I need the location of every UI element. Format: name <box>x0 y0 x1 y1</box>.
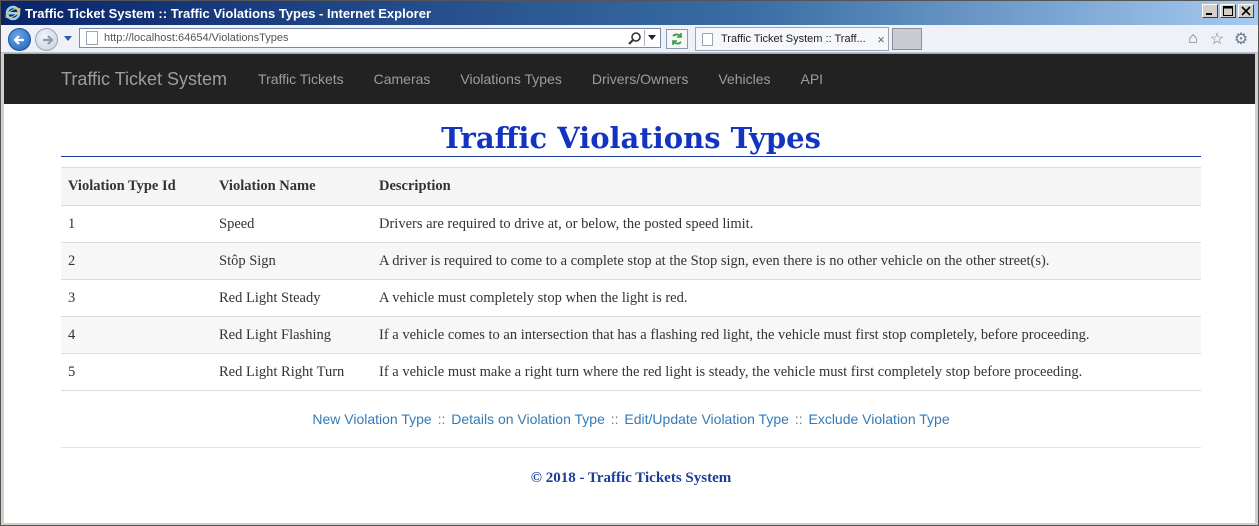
browser-tab[interactable]: Traffic Ticket System :: Traff... × <box>695 27 889 51</box>
cell-id: 4 <box>61 316 212 354</box>
browser-toolbar: http://localhost:64654/ViolationsTypes T… <box>1 25 1258 53</box>
nav-link-traffic-tickets[interactable]: Traffic Tickets <box>258 71 344 87</box>
nav-link-api[interactable]: API <box>801 71 824 87</box>
address-text: http://localhost:64654/ViolationsTypes <box>104 32 289 44</box>
cell-id: 2 <box>61 242 212 280</box>
cell-name: Red Light Steady <box>212 279 372 317</box>
tab-page-icon <box>702 32 713 46</box>
cell-id: 5 <box>61 353 212 391</box>
close-window-button[interactable] <box>1238 4 1254 18</box>
header-violation-name: Violation Name <box>212 167 372 206</box>
address-bar[interactable]: http://localhost:64654/ViolationsTypes <box>79 28 661 48</box>
address-dropdown-button[interactable] <box>644 30 658 46</box>
exclude-violation-type-link[interactable]: Exclude Violation Type <box>808 411 949 427</box>
window-title: Traffic Ticket System :: Traffic Violati… <box>25 5 432 21</box>
close-icon <box>1241 6 1251 16</box>
table-row: 1 Speed Drivers are required to drive at… <box>61 205 1201 243</box>
site-navbar: Traffic Ticket System Traffic Tickets Ca… <box>4 54 1255 104</box>
main-content: Traffic Violations Types Violation Type … <box>61 104 1201 487</box>
table-row: 5 Red Light Right Turn If a vehicle must… <box>61 353 1201 391</box>
header-violation-type-id: Violation Type Id <box>61 167 212 206</box>
minimize-icon <box>1206 13 1212 15</box>
tab-close-icon[interactable]: × <box>874 32 888 47</box>
nav-link-drivers-owners[interactable]: Drivers/Owners <box>592 71 688 87</box>
history-dropdown-icon[interactable] <box>63 35 73 43</box>
page-icon <box>86 31 98 45</box>
internet-explorer-icon <box>5 5 21 21</box>
favorites-star-icon[interactable]: ☆ <box>1208 30 1226 48</box>
navbar-brand[interactable]: Traffic Ticket System <box>61 69 227 90</box>
nav-link-cameras[interactable]: Cameras <box>374 71 431 87</box>
cell-description: Drivers are required to drive at, or bel… <box>372 205 1201 243</box>
link-separator: :: <box>437 411 446 427</box>
cell-id: 3 <box>61 279 212 317</box>
maximize-icon <box>1223 6 1233 16</box>
cell-id: 1 <box>61 205 212 243</box>
details-violation-type-link[interactable]: Details on Violation Type <box>451 411 605 427</box>
arrow-left-icon <box>12 34 24 45</box>
edit-violation-type-link[interactable]: Edit/Update Violation Type <box>624 411 789 427</box>
maximize-button[interactable] <box>1220 4 1236 18</box>
browser-window: Traffic Ticket System :: Traffic Violati… <box>0 0 1259 526</box>
arrow-right-icon <box>42 34 54 45</box>
table-row: 4 Red Light Flashing If a vehicle comes … <box>61 316 1201 354</box>
violation-types-table: Violation Type Id Violation Name Descrip… <box>61 167 1201 391</box>
minimize-button[interactable] <box>1202 4 1218 18</box>
table-row: 2 Stôp Sign A driver is required to come… <box>61 242 1201 280</box>
chevron-down-icon <box>647 35 656 40</box>
new-tab-button[interactable] <box>892 28 922 50</box>
header-description: Description <box>372 167 1201 206</box>
page-title: Traffic Violations Types <box>61 104 1201 157</box>
cell-description: A vehicle must completely stop when the … <box>372 279 1201 317</box>
page-viewport: Traffic Ticket System Traffic Tickets Ca… <box>4 53 1255 523</box>
tab-title: Traffic Ticket System :: Traff... <box>721 33 866 45</box>
title-bar: Traffic Ticket System :: Traffic Violati… <box>1 1 1258 25</box>
footer-copyright: © 2018 - Traffic Tickets System <box>530 470 732 486</box>
cell-description: If a vehicle must make a right turn wher… <box>372 353 1201 391</box>
link-separator: :: <box>794 411 803 427</box>
settings-gear-icon[interactable]: ⚙ <box>1232 30 1250 48</box>
forward-button[interactable] <box>35 28 58 51</box>
cell-name: Speed <box>212 205 372 243</box>
nav-link-vehicles[interactable]: Vehicles <box>718 71 770 87</box>
link-separator: :: <box>610 411 619 427</box>
cell-name: Red Light Right Turn <box>212 353 372 391</box>
refresh-icon <box>672 33 682 45</box>
back-button[interactable] <box>8 28 31 51</box>
search-icon[interactable] <box>628 31 642 45</box>
cell-description: If a vehicle comes to an intersection th… <box>372 316 1201 354</box>
new-violation-type-link[interactable]: New Violation Type <box>312 411 431 427</box>
table-header-row: Violation Type Id Violation Name Descrip… <box>61 167 1201 206</box>
cell-name: Red Light Flashing <box>212 316 372 354</box>
refresh-button[interactable] <box>666 29 688 49</box>
cell-name: Stôp Sign <box>212 242 372 280</box>
table-row: 3 Red Light Steady A vehicle must comple… <box>61 279 1201 317</box>
home-icon[interactable]: ⌂ <box>1184 30 1202 48</box>
nav-link-violations-types[interactable]: Violations Types <box>460 71 561 87</box>
cell-description: A driver is required to come to a comple… <box>372 242 1201 280</box>
action-links: New Violation Type :: Details on Violati… <box>61 411 1201 448</box>
